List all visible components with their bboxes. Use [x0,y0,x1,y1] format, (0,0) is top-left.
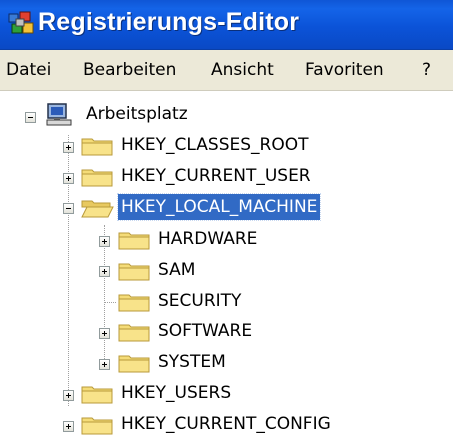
computer-icon [46,103,72,126]
tree-node-security[interactable]: SECURITY [155,288,244,314]
tree-node-hkey-users[interactable]: HKEY_USERS [118,380,234,406]
menu-favoriten[interactable]: Favoriten [305,60,384,80]
expand-toggle-hkey-users[interactable] [63,390,74,401]
folder-icon [81,386,113,404]
expand-toggle-hkey-current-config[interactable] [63,421,74,432]
folder-icon [118,232,150,250]
tree-node-system[interactable]: SYSTEM [155,349,229,375]
expand-toggle-system[interactable] [99,359,110,370]
window-title: Registrierungs-Editor [38,8,300,36]
registry-editor-icon [8,11,34,34]
title-bar[interactable]: Registrierungs-Editor [0,0,453,50]
expand-toggle-sam[interactable] [99,266,110,277]
menu-datei[interactable]: Datei [6,60,51,80]
tree-node-sam[interactable]: SAM [155,257,198,283]
menu-bearbeiten[interactable]: Bearbeiten [83,60,176,80]
collapse-toggle-hkey-local-machine[interactable] [63,203,74,214]
menu-help[interactable]: ? [422,60,431,80]
tree-node-hkey-current-config[interactable]: HKEY_CURRENT_CONFIG [118,411,334,437]
open-folder-icon [81,200,114,218]
expand-toggle-hkey-classes-root[interactable] [63,142,74,153]
tree-node-hkey-classes-root[interactable]: HKEY_CLASSES_ROOT [118,132,312,158]
folder-icon [81,417,113,435]
menu-ansicht[interactable]: Ansicht [211,60,274,80]
folder-icon [118,294,150,312]
tree-line-security [104,302,116,303]
collapse-toggle-arbeitsplatz[interactable] [25,112,36,123]
folder-icon [118,355,150,373]
folder-icon [118,324,150,342]
expand-toggle-hardware[interactable] [99,236,110,247]
folder-icon [81,138,113,156]
expand-toggle-hkey-current-user[interactable] [63,173,74,184]
registry-tree: Arbeitsplatz HKEY_CLASSES_ROOT HKEY_CURR… [0,91,453,446]
registry-editor-window: Registrierungs-Editor Datei Bearbeiten A… [0,0,453,446]
expand-toggle-software[interactable] [99,328,110,339]
folder-icon [118,263,150,281]
folder-icon [81,169,113,187]
tree-node-hkey-local-machine[interactable]: HKEY_LOCAL_MACHINE [116,193,322,221]
tree-node-software[interactable]: SOFTWARE [155,318,255,344]
tree-node-hardware[interactable]: HARDWARE [155,226,260,252]
menu-bar: Datei Bearbeiten Ansicht Favoriten ? [0,50,453,91]
tree-node-hkey-current-user[interactable]: HKEY_CURRENT_USER [118,163,314,189]
tree-node-arbeitsplatz[interactable]: Arbeitsplatz [83,101,191,127]
